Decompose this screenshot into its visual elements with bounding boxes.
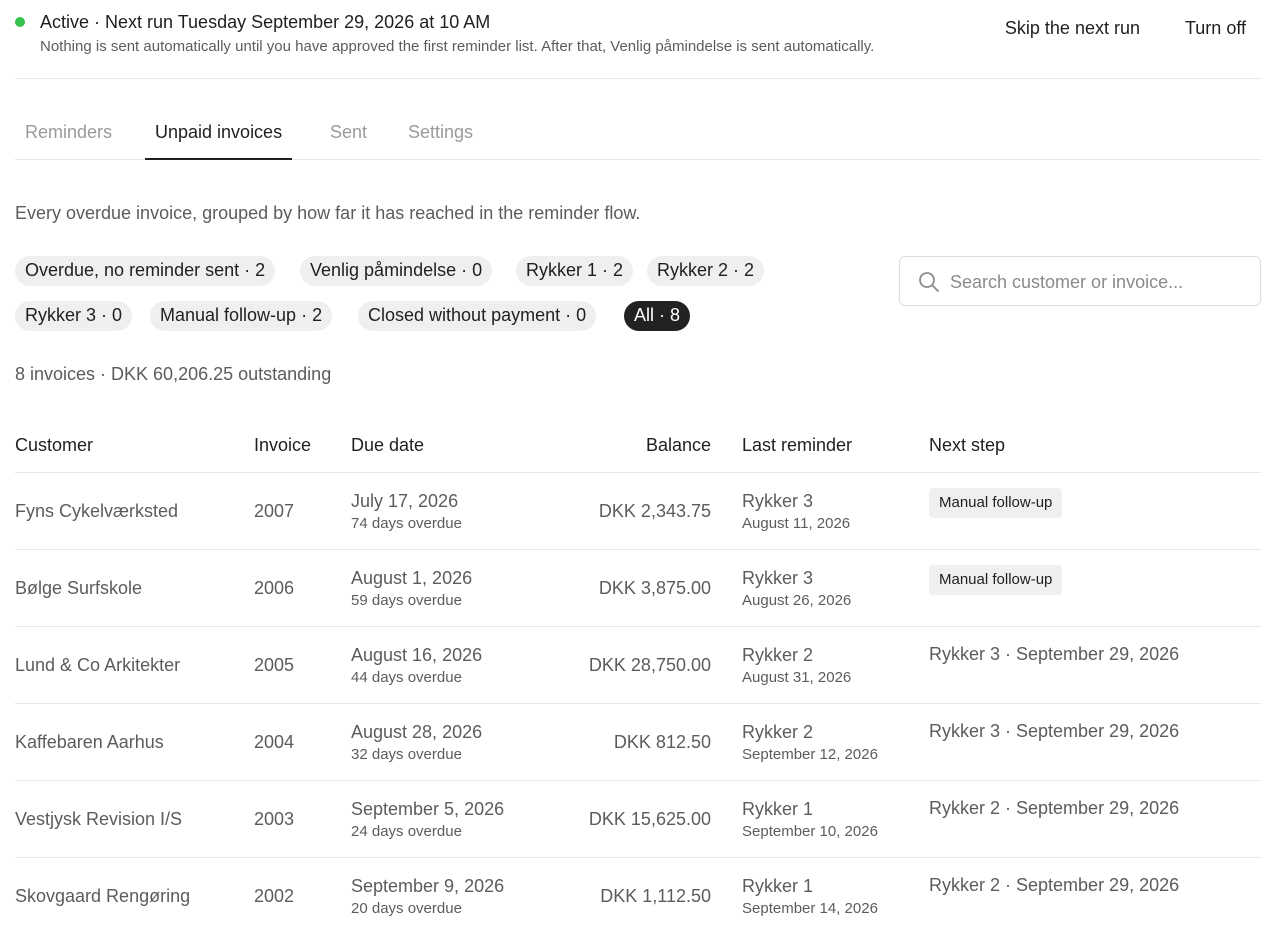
- due-date: September 9, 2026: [351, 876, 505, 896]
- tab-bar: Reminders Unpaid invoices Sent Settings: [15, 110, 1261, 160]
- days-overdue: 59 days overdue: [351, 592, 462, 609]
- next-step: Rykker 3 · September 29, 2026: [929, 721, 1180, 741]
- tab-unpaid-invoices[interactable]: Unpaid invoices: [145, 110, 293, 160]
- days-overdue: 32 days overdue: [351, 746, 462, 763]
- table-row[interactable]: Bølge Surfskole 2006 August 1, 2026 59 d…: [15, 550, 1261, 627]
- invoice-number: 2003: [254, 809, 295, 829]
- table-header: Customer Invoice Due date Balance Last r…: [15, 418, 1261, 473]
- column-header-customer[interactable]: Customer: [15, 435, 93, 456]
- due-date: August 28, 2026: [351, 722, 483, 742]
- customer-name: Lund & Co Arkitekter: [15, 655, 181, 675]
- invoice-number: 2006: [254, 578, 295, 598]
- tab-settings[interactable]: Settings: [398, 110, 483, 160]
- status-subtitle: Nothing is sent automatically until you …: [40, 38, 875, 55]
- customer-name: Fyns Cykelværksted: [15, 501, 179, 521]
- due-date: August 1, 2026: [351, 568, 473, 588]
- next-step-badge: Manual follow-up: [929, 565, 1063, 595]
- filter-chip-rykker-2[interactable]: Rykker 2 · 2: [647, 256, 765, 286]
- filter-chip-overdue-no-reminder[interactable]: Overdue, no reminder sent · 2: [15, 256, 276, 286]
- last-reminder: Rykker 1: [742, 876, 814, 896]
- status-title: Active · Next run Tuesday September 29, …: [40, 12, 491, 32]
- invoice-number: 2007: [254, 501, 295, 521]
- table-row[interactable]: Skovgaard Rengøring 2002 September 9, 20…: [15, 858, 1261, 929]
- customer-name: Bølge Surfskole: [15, 578, 143, 598]
- status-dot-icon: [15, 17, 25, 27]
- balance: DKK 2,343.75: [598, 501, 711, 521]
- balance: DKK 3,875.00: [598, 578, 711, 598]
- next-step: Rykker 2 · September 29, 2026: [929, 875, 1180, 895]
- column-header-invoice[interactable]: Invoice: [254, 435, 311, 456]
- last-reminder: Rykker 2: [742, 645, 814, 665]
- search-icon: [919, 272, 939, 292]
- customer-name: Vestjysk Revision I/S: [15, 809, 183, 829]
- last-reminder-date: September 14, 2026: [742, 900, 878, 917]
- table-row[interactable]: Fyns Cykelværksted 2007 July 17, 2026 74…: [15, 473, 1261, 550]
- invoice-number: 2004: [254, 732, 295, 752]
- table-row[interactable]: Lund & Co Arkitekter 2005 August 16, 202…: [15, 627, 1261, 704]
- next-step-badge: Manual follow-up: [929, 488, 1063, 518]
- last-reminder: Rykker 1: [742, 799, 814, 819]
- next-step: Rykker 2 · September 29, 2026: [929, 798, 1180, 818]
- tab-reminders[interactable]: Reminders: [15, 110, 122, 160]
- invoice-summary: 8 invoices · DKK 60,206.25 outstanding: [15, 364, 332, 384]
- search-input[interactable]: [950, 269, 1250, 295]
- due-date: August 16, 2026: [351, 645, 483, 665]
- due-date: July 17, 2026: [351, 491, 459, 511]
- days-overdue: 24 days overdue: [351, 823, 462, 840]
- table-row[interactable]: Kaffebaren Aarhus 2004 August 28, 2026 3…: [15, 704, 1261, 781]
- column-header-next-step[interactable]: Next step: [929, 435, 1005, 456]
- filter-chip-manual-follow-up[interactable]: Manual follow-up · 2: [150, 301, 333, 331]
- balance: DKK 28,750.00: [588, 655, 711, 675]
- balance: DKK 812.50: [613, 732, 711, 752]
- status-bar: Active · Next run Tuesday September 29, …: [15, 0, 1261, 79]
- column-header-last-reminder[interactable]: Last reminder: [742, 435, 852, 456]
- filter-chip-closed-without-payment[interactable]: Closed without payment · 0: [358, 301, 597, 331]
- invoice-number: 2005: [254, 655, 295, 675]
- last-reminder: Rykker 2: [742, 722, 814, 742]
- customer-name: Kaffebaren Aarhus: [15, 732, 164, 752]
- column-header-balance[interactable]: Balance: [646, 435, 711, 456]
- last-reminder: Rykker 3: [742, 491, 814, 511]
- balance: DKK 1,112.50: [600, 886, 711, 906]
- search-box[interactable]: [899, 256, 1261, 306]
- last-reminder-date: August 11, 2026: [742, 515, 851, 532]
- invoice-number: 2002: [254, 886, 295, 906]
- due-date: September 5, 2026: [351, 799, 505, 819]
- invoice-table-body: Fyns Cykelværksted 2007 July 17, 2026 74…: [15, 473, 1261, 929]
- turn-off-button[interactable]: Turn off: [1185, 18, 1246, 39]
- last-reminder-date: September 12, 2026: [742, 746, 878, 763]
- table-row[interactable]: Vestjysk Revision I/S 2003 September 5, …: [15, 781, 1261, 858]
- customer-name: Skovgaard Rengøring: [15, 886, 191, 906]
- intro-text: Every overdue invoice, grouped by how fa…: [15, 203, 641, 223]
- column-header-due-date[interactable]: Due date: [351, 435, 424, 456]
- filter-chip-rykker-3[interactable]: Rykker 3 · 0: [15, 301, 133, 331]
- filter-chip-rykker-1[interactable]: Rykker 1 · 2: [516, 256, 634, 286]
- skip-next-run-button[interactable]: Skip the next run: [1005, 18, 1140, 39]
- days-overdue: 20 days overdue: [351, 900, 462, 917]
- last-reminder-date: August 26, 2026: [742, 592, 852, 609]
- filter-chip-venlig-paamindelse[interactable]: Venlig påmindelse · 0: [300, 256, 493, 286]
- days-overdue: 74 days overdue: [351, 515, 462, 532]
- tab-sent[interactable]: Sent: [320, 110, 377, 160]
- filter-chip-all[interactable]: All · 8: [624, 301, 691, 331]
- last-reminder: Rykker 3: [742, 568, 814, 588]
- last-reminder-date: September 10, 2026: [742, 823, 878, 840]
- next-step: Rykker 3 · September 29, 2026: [929, 644, 1180, 664]
- balance: DKK 15,625.00: [588, 809, 711, 829]
- days-overdue: 44 days overdue: [351, 669, 462, 686]
- last-reminder-date: August 31, 2026: [742, 669, 852, 686]
